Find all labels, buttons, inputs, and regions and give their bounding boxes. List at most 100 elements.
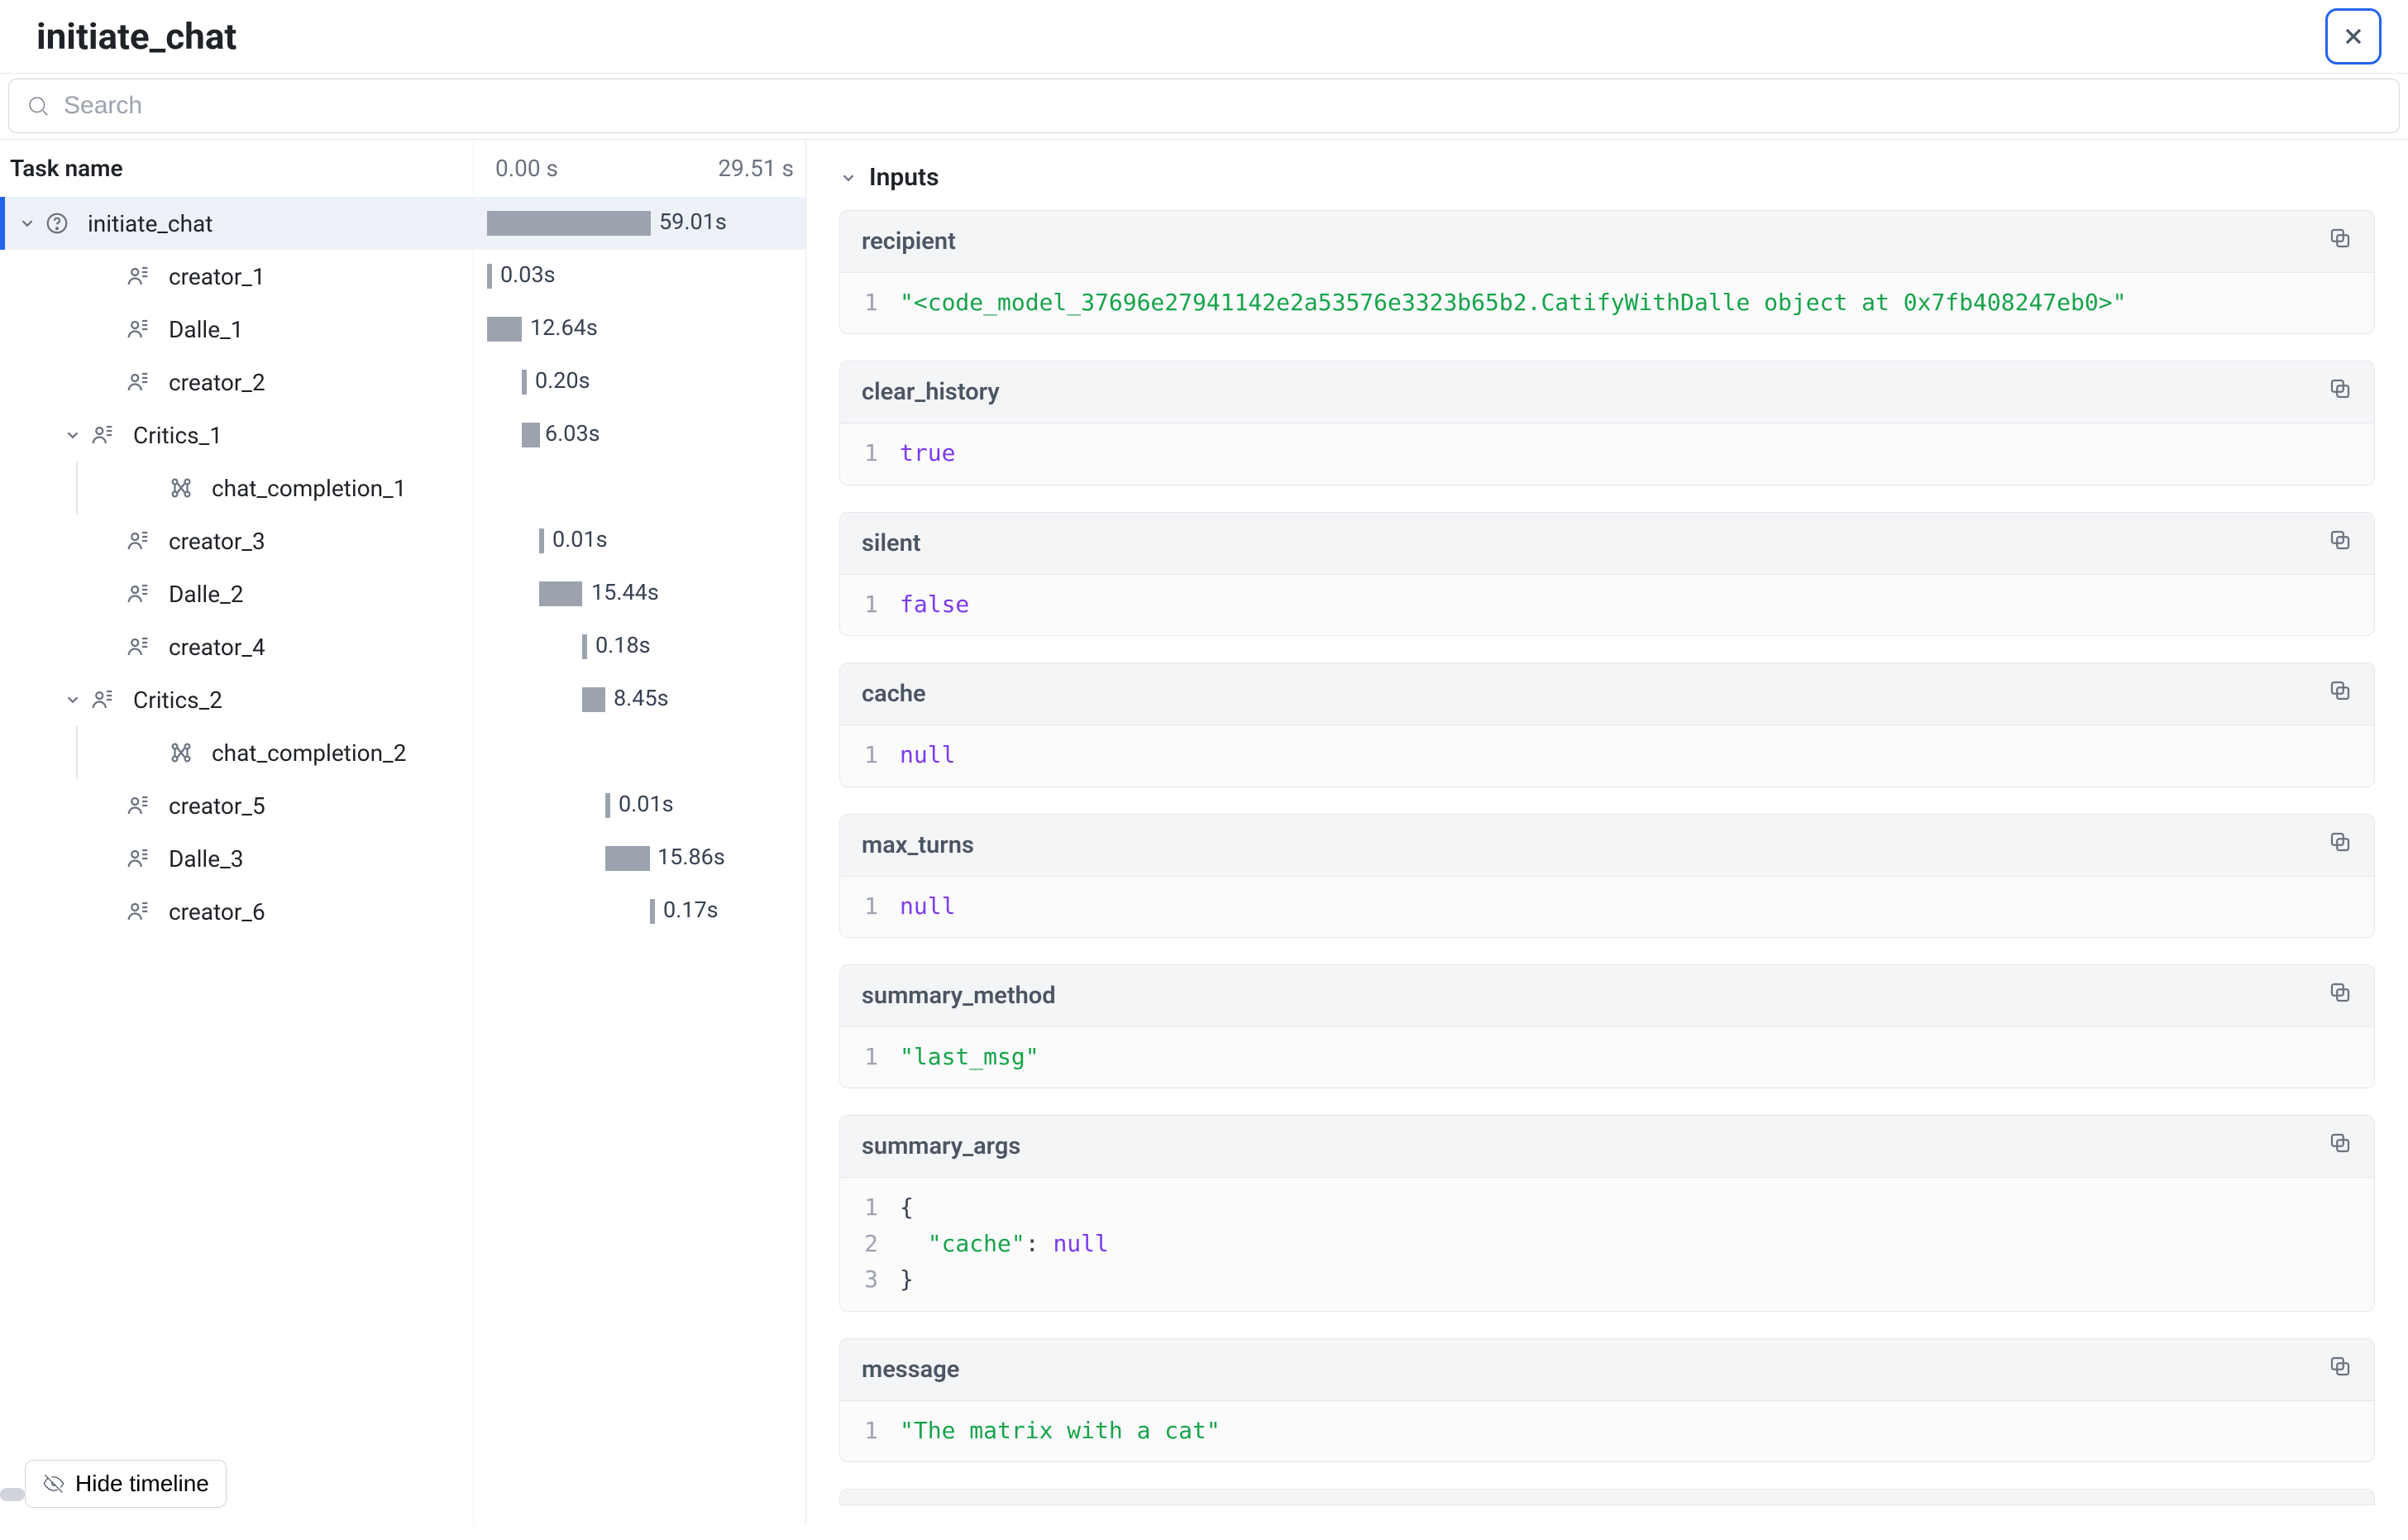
tree-row-Critics_2[interactable]: Critics_2 (0, 673, 473, 726)
caret-down-icon[interactable] (62, 426, 84, 444)
timeline-row[interactable]: 0.17s (474, 885, 805, 938)
tree-row-label: creator_4 (169, 634, 265, 661)
input-card-body: 1"last_msg" (840, 1027, 2374, 1088)
tree-row-creator_5[interactable]: creator_5 (0, 779, 473, 832)
copy-icon[interactable] (2328, 980, 2353, 1012)
input-card-body: 1true (840, 423, 2374, 484)
chevron-down-icon (839, 169, 858, 187)
right-panel[interactable]: Inputs recipient1"<code_model_37696e2794… (806, 140, 2408, 1524)
tree-row-label: Dalle_2 (169, 581, 243, 608)
copy-icon[interactable] (2328, 528, 2353, 559)
caret-down-icon[interactable] (17, 214, 38, 232)
tree-row-creator_2[interactable]: creator_2 (0, 356, 473, 409)
tree-row-label: Dalle_3 (169, 845, 243, 873)
tree-row-chat_completion_2[interactable]: chat_completion_2 (0, 726, 473, 779)
input-card-header: summary_args (840, 1116, 2374, 1178)
duration-label: 6.03s (545, 420, 600, 447)
timeline-row[interactable]: 0.03s (474, 250, 805, 303)
timeline-row[interactable]: 8.45s (474, 673, 805, 726)
agent-icon (88, 421, 117, 449)
copy-icon[interactable] (2328, 1354, 2353, 1385)
line-number: 2 (862, 1226, 878, 1261)
copy-icon[interactable] (2328, 376, 2353, 408)
tree-row-creator_1[interactable]: creator_1 (0, 250, 473, 303)
scrollbar-thumb[interactable] (0, 1488, 25, 1501)
input-card-silent: silent1false (839, 512, 2375, 636)
network-icon (167, 739, 195, 767)
tree-row-label: chat_completion_1 (212, 475, 406, 502)
input-card-body: 1false (840, 575, 2374, 635)
input-card-header: message (840, 1339, 2374, 1401)
timeline-end-label: 29.51 s (718, 155, 794, 182)
duration-label: 0.20s (535, 367, 590, 394)
inputs-section-header[interactable]: Inputs (839, 163, 2375, 192)
tree-row-label: Dalle_1 (169, 316, 243, 343)
input-card-header: clear_history (840, 361, 2374, 423)
search-input[interactable] (62, 91, 2382, 121)
task-tree-rows: initiate_chat creator_1 Dalle_1 creator_2 Cr… (0, 197, 473, 938)
timeline-row[interactable] (474, 726, 805, 779)
tree-connector-line (76, 462, 78, 514)
tree-row-chat_completion_1[interactable]: chat_completion_1 (0, 462, 473, 514)
timeline-row[interactable]: 0.01s (474, 779, 805, 832)
timeline-row[interactable]: 59.01s (474, 197, 805, 250)
tree-row-Dalle_3[interactable]: Dalle_3 (0, 832, 473, 885)
agent-icon (124, 897, 152, 925)
tree-row-label: Critics_1 (133, 422, 222, 449)
input-card-title: max_turns (862, 831, 974, 859)
duration-bar (487, 211, 651, 236)
timeline-row[interactable]: 0.01s (474, 514, 805, 567)
timeline-row[interactable]: 12.64s (474, 303, 805, 356)
timeline-row[interactable]: 15.44s (474, 567, 805, 620)
code-line: 2 "cache": null (862, 1226, 2353, 1261)
network-icon (167, 474, 195, 502)
agent-icon (124, 315, 152, 343)
timeline-row[interactable]: 15.86s (474, 832, 805, 885)
timeline-row[interactable]: 0.20s (474, 356, 805, 409)
copy-icon[interactable] (2328, 226, 2353, 257)
tree-row-Critics_1[interactable]: Critics_1 (0, 409, 473, 462)
duration-bar (539, 581, 582, 606)
line-number: 1 (862, 435, 878, 471)
copy-icon[interactable] (2328, 678, 2353, 710)
tree-row-creator_4[interactable]: creator_4 (0, 620, 473, 673)
line-number: 1 (862, 285, 878, 320)
timeline-row[interactable] (474, 462, 805, 514)
task-name-header: Task name (0, 140, 473, 197)
duration-label: 15.86s (657, 844, 725, 870)
code-line: 1"<code_model_37696e27941142e2a53576e332… (862, 285, 2353, 320)
input-card-header: cache (840, 663, 2374, 725)
tree-row-creator_6[interactable]: creator_6 (0, 885, 473, 938)
agent-icon (124, 262, 152, 290)
timeline-column: 0.00 s 29.51 s 59.01s0.03s12.64s0.20s6.0… (474, 140, 805, 1524)
tree-row-Dalle_2[interactable]: Dalle_2 (0, 567, 473, 620)
agent-icon (124, 580, 152, 608)
duration-label: 12.64s (530, 314, 598, 341)
hide-timeline-button[interactable]: Hide timeline (25, 1460, 227, 1508)
copy-icon[interactable] (2328, 1131, 2353, 1162)
input-card-header: summary_method (840, 965, 2374, 1027)
search-container[interactable] (8, 79, 2400, 133)
input-card-body: 1null (840, 877, 2374, 937)
close-button[interactable] (2325, 8, 2382, 65)
hide-timeline-label: Hide timeline (75, 1471, 209, 1497)
timeline-row[interactable]: 0.18s (474, 620, 805, 673)
tree-row-Dalle_1[interactable]: Dalle_1 (0, 303, 473, 356)
duration-label: 0.01s (619, 791, 674, 817)
line-number: 1 (862, 737, 878, 772)
tree-row-label: initiate_chat (88, 210, 213, 237)
input-card-recipient: recipient1"<code_model_37696e27941142e2a… (839, 210, 2375, 334)
tree-row-initiate_chat[interactable]: initiate_chat (0, 197, 473, 250)
copy-icon[interactable] (2328, 830, 2353, 861)
duration-bar (582, 687, 605, 712)
close-icon (2340, 23, 2367, 50)
agent-icon (124, 368, 152, 396)
page-title: initiate_chat (36, 15, 236, 58)
eye-off-icon (42, 1472, 65, 1495)
timeline-row[interactable]: 6.03s (474, 409, 805, 462)
input-card-body: 1{2 "cache": null3} (840, 1178, 2374, 1310)
header-bar: initiate_chat (0, 0, 2408, 74)
code-line: 1"last_msg" (862, 1039, 2353, 1074)
tree-row-creator_3[interactable]: creator_3 (0, 514, 473, 567)
caret-down-icon[interactable] (62, 691, 84, 709)
